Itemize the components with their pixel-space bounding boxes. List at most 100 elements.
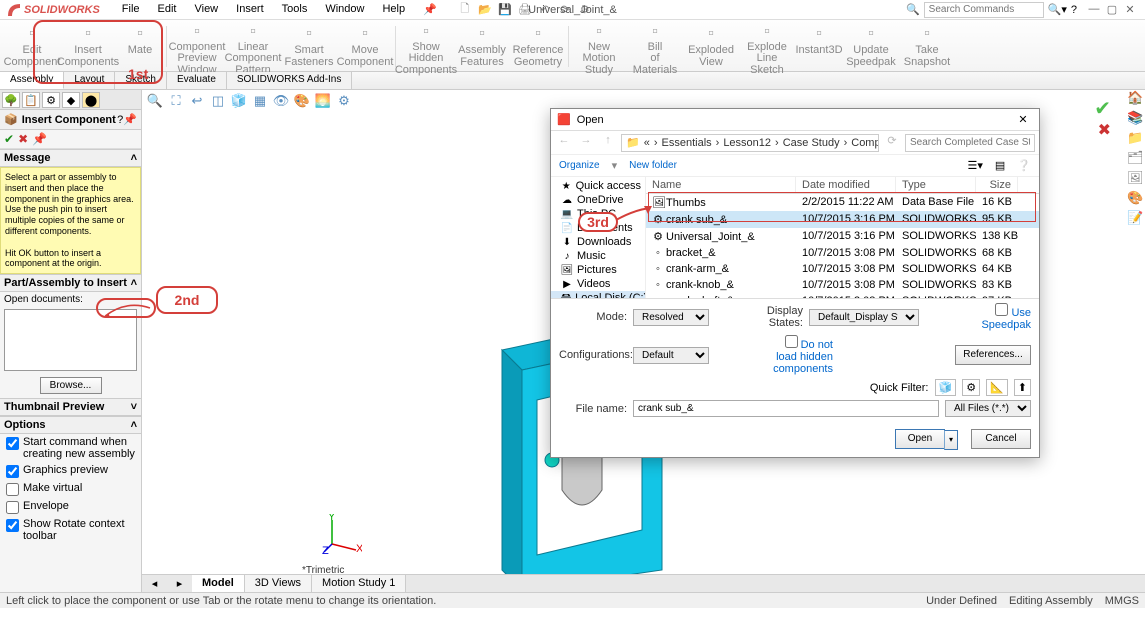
maximize-button[interactable]: ▢ (1105, 3, 1119, 16)
opt-start-command[interactable] (6, 437, 19, 450)
mode-select[interactable]: Resolved (633, 309, 709, 326)
tree-quick-access[interactable]: ★Quick access (551, 179, 645, 193)
help-icon[interactable]: ? (1071, 4, 1077, 16)
filter-part-icon[interactable]: 🧊 (935, 379, 957, 396)
zoom-area-icon[interactable]: ⛶ (167, 92, 185, 110)
dialog-cancel-button[interactable]: Cancel (971, 429, 1031, 449)
display-states-select[interactable]: Default_Display State (809, 309, 919, 326)
prev-view-icon[interactable]: ↩ (188, 92, 206, 110)
search-dropdown-icon[interactable]: 🔍▾ (1048, 3, 1067, 16)
breadcrumb[interactable]: 📁 «› Essentials› Lesson12› Case Study› C… (621, 134, 879, 152)
resources-icon[interactable]: 📚 (1127, 110, 1143, 126)
display-style-icon[interactable]: ▦ (251, 92, 269, 110)
browse-button[interactable]: Browse... (40, 377, 102, 394)
home-icon[interactable]: 🏠 (1127, 90, 1143, 106)
nav-fwd-icon[interactable]: → (577, 134, 595, 152)
appearance-icon[interactable]: 🎨 (293, 92, 311, 110)
part-assembly-header[interactable]: Part/Assembly to Insert˄ (0, 274, 141, 292)
file-explorer-icon[interactable]: 🗂 (1127, 150, 1143, 166)
config-select[interactable]: Default (633, 347, 709, 364)
ribbon-insert-components[interactable]: ▫InsertComponents (60, 22, 116, 71)
dialog-search-input[interactable] (905, 134, 1035, 152)
menu-window[interactable]: Window (317, 1, 372, 18)
ribbon-instant3d[interactable]: ▫Instant3D (795, 22, 843, 71)
file-row[interactable]: ⚙crank sub_&10/7/2015 3:16 PMSOLIDWORKS … (646, 211, 1039, 228)
menu-help[interactable]: Help (374, 1, 413, 18)
file-filter-select[interactable]: All Files (*.*) (945, 400, 1031, 417)
open-icon[interactable]: 📂 (477, 2, 493, 18)
opt-graphics-preview[interactable] (6, 465, 19, 478)
confirm-ok-icon[interactable]: ✔ (1094, 96, 1111, 121)
new-folder-button[interactable]: New folder (629, 160, 677, 171)
tab-sketch[interactable]: Sketch (115, 72, 167, 89)
menu-edit[interactable]: Edit (150, 1, 185, 18)
new-icon[interactable]: 🗋 (457, 2, 473, 18)
minimize-button[interactable]: — (1087, 3, 1101, 16)
tab-assembly[interactable]: Assembly (0, 72, 64, 89)
menu-insert[interactable]: Insert (228, 1, 272, 18)
tab-addins[interactable]: SOLIDWORKS Add-Ins (227, 72, 352, 89)
tree-music[interactable]: ♪Music (551, 249, 645, 263)
panel-tab-property[interactable]: 📋 (22, 92, 40, 108)
use-speedpak-checkbox[interactable] (995, 303, 1008, 316)
zoom-fit-icon[interactable]: 🔍 (146, 92, 164, 110)
ribbon-linear-component-pattern[interactable]: ▫LinearComponentPattern (225, 22, 281, 71)
tree-pictures[interactable]: 🖼Pictures (551, 263, 645, 277)
ribbon-component-preview-window[interactable]: ▫ComponentPreviewWindow (169, 22, 225, 71)
open-button[interactable]: Open (895, 429, 945, 449)
ribbon-assembly-features[interactable]: ▫AssemblyFeatures (454, 22, 510, 71)
custom-props-icon[interactable]: 📝 (1127, 210, 1143, 226)
close-button[interactable]: ✕ (1123, 3, 1137, 16)
filter-asm-icon[interactable]: ⚙ (962, 379, 980, 396)
tree-this-pc[interactable]: 💻This PC (551, 207, 645, 221)
folder-tree[interactable]: ★Quick access☁OneDrive💻This PC📄Documents… (551, 177, 646, 298)
menu-view[interactable]: View (186, 1, 226, 18)
nav-up-icon[interactable]: ↑ (599, 134, 617, 152)
thumbnail-header[interactable]: Thumbnail Preview˅ (0, 398, 141, 416)
menu-pin-icon[interactable]: 📌 (415, 1, 445, 18)
options-header[interactable]: Options˄ (0, 416, 141, 434)
ribbon-update-speedpak[interactable]: ▫UpdateSpeedpak (843, 22, 899, 71)
panel-tab-display[interactable]: ⬤ (82, 92, 100, 108)
opt-envelope[interactable] (6, 501, 19, 514)
references-button[interactable]: References... (955, 345, 1031, 365)
open-documents-list[interactable] (4, 309, 137, 371)
pin-icon[interactable]: 📌 (123, 113, 137, 126)
file-list-header[interactable]: Name Date modified Type Size (646, 177, 1039, 194)
dialog-help-icon[interactable]: ❔ (1017, 159, 1031, 172)
ok-button[interactable]: ✔ (4, 132, 14, 146)
tab-3dviews[interactable]: 3D Views (245, 575, 312, 592)
file-row[interactable]: ◦bracket_&10/7/2015 3:08 PMSOLIDWORKS Pa… (646, 245, 1039, 261)
file-row[interactable]: 🖼Thumbs2/2/2015 11:22 AMData Base File16… (646, 194, 1039, 211)
status-units[interactable]: MMGS (1105, 595, 1139, 607)
tree-onedrive[interactable]: ☁OneDrive (551, 193, 645, 207)
confirm-cancel-icon[interactable]: ✖ (1098, 120, 1111, 140)
preview-pane-icon[interactable]: ▤ (995, 159, 1005, 172)
ribbon-show-hidden-components[interactable]: ▫ShowHiddenComponents (398, 22, 454, 71)
tab-model[interactable]: Model (192, 575, 245, 592)
ribbon-smart-fasteners[interactable]: ▫SmartFasteners (281, 22, 337, 71)
filter-drw-icon[interactable]: 📐 (986, 379, 1008, 396)
cancel-button[interactable]: ✖ (18, 132, 28, 146)
view-orient-icon[interactable]: 🧊 (230, 92, 248, 110)
design-lib-icon[interactable]: 📁 (1127, 130, 1143, 146)
filename-input[interactable] (633, 400, 939, 417)
tree-local-disk-c-[interactable]: 🖴Local Disk (C:) (551, 291, 645, 298)
file-row[interactable]: ⚙Universal_Joint_&10/7/2015 3:16 PMSOLID… (646, 228, 1039, 245)
file-row[interactable]: ◦crank-arm_&10/7/2015 3:08 PMSOLIDWORKS … (646, 261, 1039, 277)
noload-checkbox[interactable] (785, 335, 798, 348)
tab-layout[interactable]: Layout (64, 72, 115, 89)
panel-tab-tree[interactable]: 🌳 (2, 92, 20, 108)
view-mode-icon[interactable]: ☰▾ (968, 159, 983, 172)
tab-scroll-left-icon[interactable]: ◂ (152, 577, 158, 590)
dialog-close-button[interactable]: ✕ (1013, 113, 1033, 126)
panel-tab-dim[interactable]: ◆ (62, 92, 80, 108)
file-row[interactable]: ◦crank-knob_&10/7/2015 3:08 PMSOLIDWORKS… (646, 277, 1039, 293)
opt-make-virtual[interactable] (6, 483, 19, 496)
view-palette-icon[interactable]: 🖼 (1127, 170, 1143, 186)
menu-file[interactable]: File (114, 1, 148, 18)
ribbon-move-component[interactable]: ▫MoveComponent (337, 22, 393, 71)
ribbon-edit-component[interactable]: ▫EditComponent (4, 22, 60, 71)
refresh-icon[interactable]: ⟳ (883, 134, 901, 152)
ribbon-explode-line-sketch[interactable]: ▫ExplodeLineSketch (739, 22, 795, 71)
